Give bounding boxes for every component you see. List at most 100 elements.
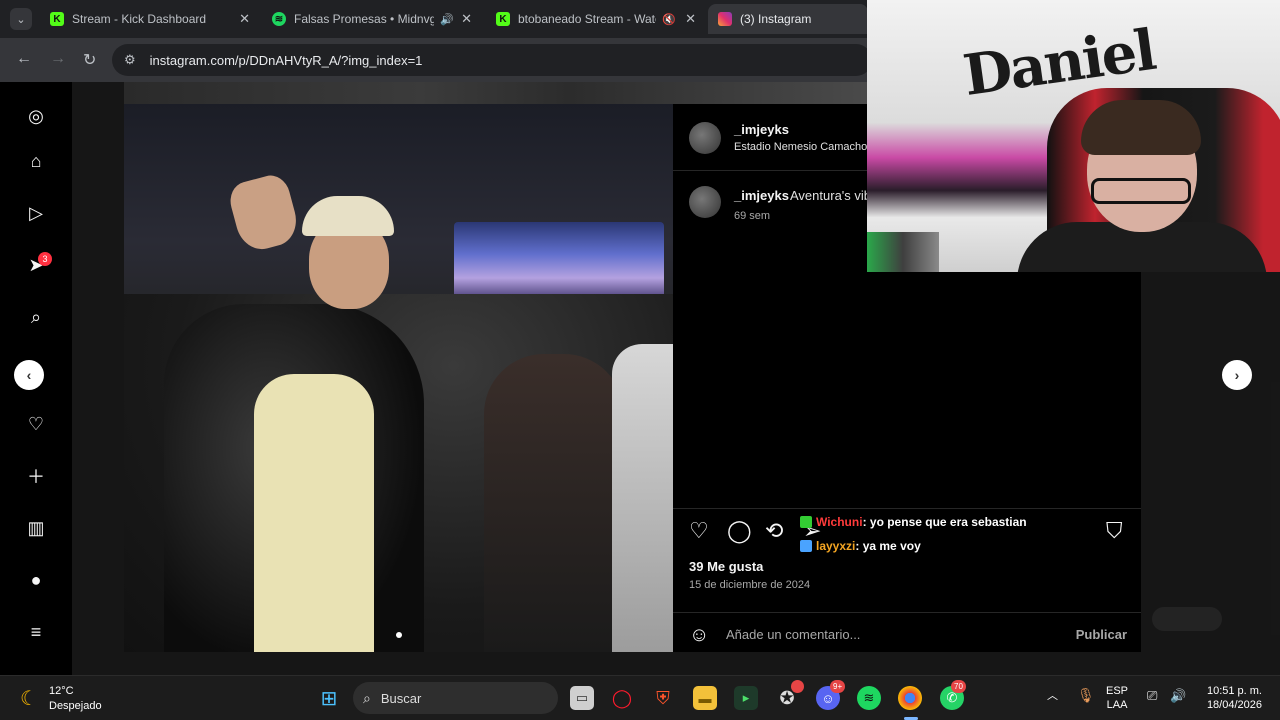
chat-text: : yo pense que era sebastian xyxy=(862,515,1027,529)
language-indicator[interactable]: ESP LAA xyxy=(1106,684,1128,712)
task-view-icon[interactable]: ▭ xyxy=(570,686,594,710)
search-icon: ⌕ xyxy=(363,689,371,706)
forward-icon[interactable]: → xyxy=(50,50,66,68)
site-info-icon[interactable]: ⚙ xyxy=(124,52,136,68)
url-input[interactable]: ⚙ instagram.com/p/DDnAHVtyR_A/?img_index… xyxy=(112,44,872,76)
post-photo[interactable] xyxy=(124,104,673,652)
publish-button[interactable]: Publicar xyxy=(1076,627,1127,642)
volume-icon[interactable]: 🔊 xyxy=(1170,689,1186,703)
reels-icon[interactable]: ▷ xyxy=(24,201,48,225)
caption-avatar[interactable] xyxy=(689,186,721,218)
save-bookmark-icon[interactable]: ⛉ xyxy=(1106,518,1123,544)
like-heart-icon[interactable]: ♡ xyxy=(689,518,709,544)
moon-weather-icon[interactable]: ☾ xyxy=(20,686,38,711)
instagram-logo-icon[interactable]: ◎ xyxy=(24,104,48,128)
brave-icon[interactable]: ⛨ xyxy=(651,686,675,710)
instagram-icon xyxy=(718,12,732,26)
tab-title: Stream - Kick Dashboard xyxy=(72,12,207,26)
discord-badge: 9+ xyxy=(830,680,846,693)
chat-username: Wichuni xyxy=(816,515,863,529)
stream-chat-overlay: Wichuni : yo pense que era sebastian lay… xyxy=(800,510,1027,558)
chat-badge-icon xyxy=(800,540,812,552)
heart-icon[interactable]: ♡ xyxy=(24,412,48,436)
tab-title: (3) Instagram xyxy=(740,12,812,26)
app-icon[interactable]: ▸ xyxy=(734,686,758,710)
network-icon[interactable]: ⎚ xyxy=(1147,689,1157,703)
kick-icon: K xyxy=(496,12,510,26)
opera-icon[interactable]: ◯ xyxy=(610,686,634,710)
temperature: 12°C xyxy=(49,685,74,697)
comment-box: ☺ Añade un comentario... Publicar xyxy=(673,618,1141,652)
chevron-up-icon[interactable]: ︿ xyxy=(1047,689,1058,703)
windows-start-icon[interactable]: ⊞ xyxy=(317,686,341,710)
weather-widget[interactable]: 12°C Despejado xyxy=(49,684,102,714)
caption-time: 69 sem xyxy=(734,210,771,222)
tab-kick-watch[interactable]: K btobaneado Stream - Watch 🔇 ✕ xyxy=(486,4,704,34)
caption-text: Aventura's vib xyxy=(790,188,872,203)
tab-kick-dashboard[interactable]: K Stream - Kick Dashboard ✕ xyxy=(40,4,258,34)
tab-search-button[interactable]: ⌄ xyxy=(10,8,32,30)
taskbar-search[interactable]: ⌕ Buscar xyxy=(353,682,558,714)
author-username[interactable]: _imjeyks xyxy=(734,122,789,137)
carousel-indicator xyxy=(396,632,402,638)
reload-icon[interactable]: ↻ xyxy=(83,50,96,70)
spotify-icon: ≋ xyxy=(272,12,286,26)
comment-input[interactable]: Añade un comentario... xyxy=(726,627,860,642)
weather-condition: Despejado xyxy=(49,700,102,712)
search-icon[interactable]: ⌕ xyxy=(24,305,48,329)
desk-toy xyxy=(867,232,939,272)
time: 10:51 p. m. xyxy=(1206,685,1262,697)
create-icon[interactable]: ＋ xyxy=(24,464,48,488)
author-avatar[interactable] xyxy=(689,122,721,154)
menu-icon[interactable]: ≡ xyxy=(24,620,48,644)
language-code: ESP xyxy=(1106,685,1129,697)
person-cap xyxy=(302,196,394,236)
divider xyxy=(673,612,1141,613)
streamer-hair xyxy=(1081,100,1201,155)
spotify-icon[interactable]: ≋ xyxy=(857,686,881,710)
divider xyxy=(673,508,1141,509)
next-post-button[interactable]: › xyxy=(1222,360,1252,390)
previous-post-button[interactable]: ‹ xyxy=(14,360,44,390)
chat-badge-icon xyxy=(800,516,812,528)
comment-icon[interactable]: ◯ xyxy=(727,518,752,544)
post-date: 15 de diciembre de 2024 xyxy=(689,579,811,591)
clock[interactable]: 10:51 p. m. 18/04/2026 xyxy=(1198,684,1262,712)
date: 18/04/2026 xyxy=(1206,699,1262,711)
microphone-icon[interactable]: 🎙 xyxy=(1077,688,1095,702)
woman-figure xyxy=(484,354,624,652)
chrome-icon[interactable] xyxy=(898,686,922,710)
tab-close-icon[interactable]: ✕ xyxy=(461,11,472,27)
chat-text: : ya me voy xyxy=(855,539,921,553)
concert-stage-screen xyxy=(454,222,664,302)
tab-close-icon[interactable]: ✕ xyxy=(239,11,250,27)
dashboard-icon[interactable]: ▥ xyxy=(24,516,48,540)
chat-username: layyxzi xyxy=(816,539,856,553)
post-location[interactable]: Estadio Nemesio Camacho xyxy=(734,141,867,153)
url-text: instagram.com/p/DDnAHVtyR_A/?img_index=1 xyxy=(149,52,423,68)
recording-badge xyxy=(791,680,804,693)
home-icon[interactable]: ⌂ xyxy=(24,149,48,173)
repost-icon[interactable]: ⟲ xyxy=(765,518,783,544)
file-explorer-icon[interactable]: ▬ xyxy=(693,686,717,710)
profile-avatar[interactable]: ● xyxy=(24,568,48,592)
emoji-icon[interactable]: ☺ xyxy=(689,624,709,647)
caption-username[interactable]: _imjeyks xyxy=(734,188,789,203)
windows-taskbar: ☾ 12°C Despejado ⊞ ⌕ Buscar ▭ ◯ ⛨ ▬ ▸ ✪ … xyxy=(0,675,1280,720)
tab-instagram[interactable]: (3) Instagram xyxy=(708,4,868,34)
like-count[interactable]: 39 Me gusta xyxy=(689,559,763,574)
stream-overlay-icons xyxy=(1152,607,1222,631)
background-feed xyxy=(124,82,867,104)
notification-badge: 3 xyxy=(38,252,52,266)
person-figure xyxy=(612,344,673,652)
tab-spotify[interactable]: ≋ Falsas Promesas • Midnvght 🔊 ✕ xyxy=(262,4,480,34)
search-label: Buscar xyxy=(380,690,422,706)
tab-close-icon[interactable]: ✕ xyxy=(685,11,696,27)
audio-playing-icon[interactable]: 🔊 xyxy=(440,13,454,26)
kick-icon: K xyxy=(50,12,64,26)
muted-icon[interactable]: 🔇 xyxy=(662,13,676,26)
person-shirt xyxy=(254,374,374,652)
back-icon[interactable]: ← xyxy=(16,50,32,68)
tab-title: Falsas Promesas • Midnvght xyxy=(294,12,434,26)
chat-message: Wichuni : yo pense que era sebastian xyxy=(800,510,1027,534)
